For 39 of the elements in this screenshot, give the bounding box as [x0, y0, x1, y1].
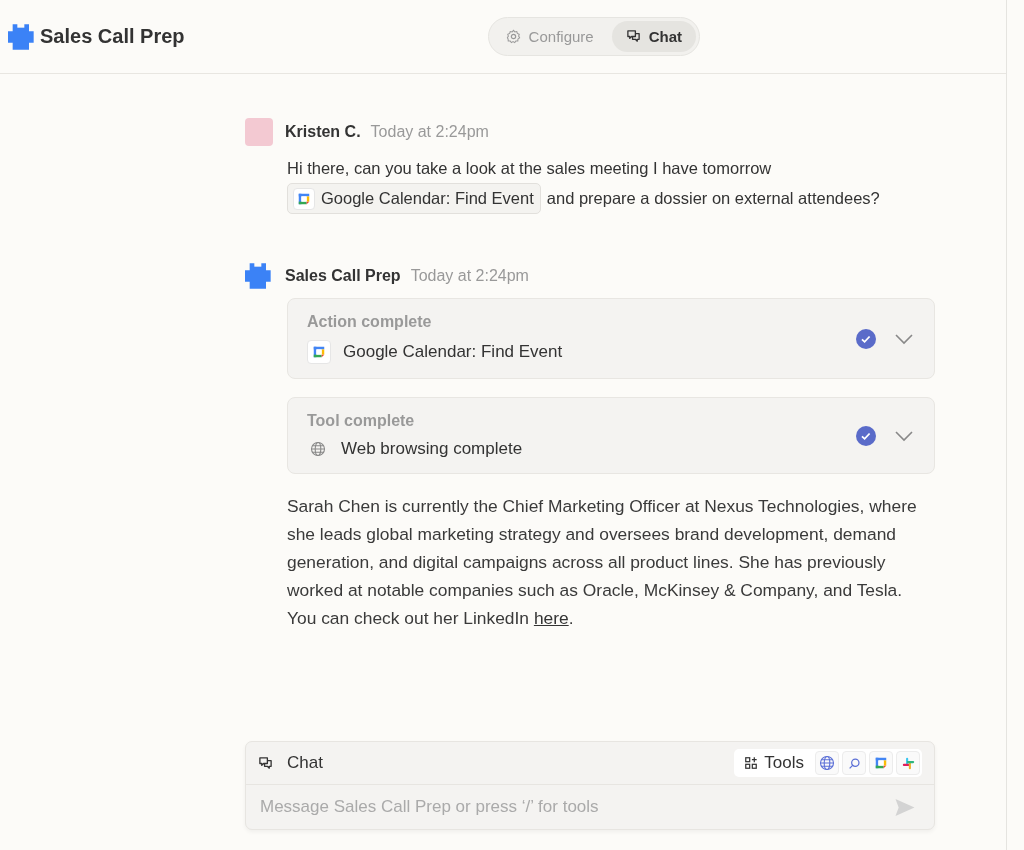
- step-card[interactable]: Tool complete Web browsing complete: [287, 397, 935, 474]
- message-time: Today at 2:24pm: [410, 267, 529, 285]
- answer-paragraph: Sarah Chen is currently the Chief Marketing Officer at Nexus Technologies, where she leads global marketing strategy and oversees brand development, demand generation, and digital campaigns across all product lines. She has previously worked at notable companies such as Oracle, McKinsey & Company, and Tesla. You can check out her LinkedIn here.: [287, 495, 918, 630]
- message-input[interactable]: Message Sales Call Prep or press ‘/’ for tools: [258, 796, 894, 818]
- message-time: Today at 2:24pm: [370, 123, 489, 141]
- globe-icon: [819, 755, 835, 771]
- chevron-icon[interactable]: [894, 332, 914, 345]
- step-label: Google Calendar: Find Event: [343, 342, 563, 362]
- composer-title: Chat: [287, 753, 323, 773]
- tool-chip[interactable]: [815, 751, 839, 775]
- message-text: and prepare a dossier on external attendees?: [546, 188, 880, 209]
- puzzle-logo-icon: [245, 263, 273, 289]
- calendar-icon: [297, 191, 311, 206]
- author-name: Sales Call Prep: [285, 267, 401, 285]
- user-avatar: [245, 118, 273, 146]
- hash-logo-icon: [901, 756, 915, 770]
- tool-chip[interactable]: [869, 751, 893, 775]
- linkedin-link[interactable]: here: [533, 608, 569, 628]
- chat-icon: [625, 29, 641, 44]
- app-title: Sales Call Prep: [40, 25, 185, 48]
- puzzle-logo-icon: [8, 23, 36, 50]
- action-chip[interactable]: Google Calendar: Find Event: [287, 183, 541, 214]
- chat-icon: [258, 755, 273, 771]
- step-label: Web browsing complete: [341, 439, 523, 459]
- calendar-icon: [874, 756, 888, 770]
- step-card[interactable]: Action complete Google Calendar: Find Event: [287, 298, 935, 379]
- gear-icon: [505, 29, 521, 44]
- step-status: Action complete: [307, 313, 433, 331]
- message-text: Hi there, can you take a look at the sales meeting I have tomorrow: [287, 158, 772, 179]
- step-status: Tool complete: [307, 412, 416, 430]
- globe-icon: [310, 441, 326, 457]
- grid-plus-icon: [744, 756, 759, 770]
- view-tab[interactable]: Chat: [611, 21, 696, 52]
- tool-chip[interactable]: [896, 751, 920, 775]
- chevron-icon[interactable]: [894, 429, 914, 442]
- tool-chip[interactable]: [842, 751, 866, 775]
- calendar-icon: [312, 345, 326, 359]
- search-icon: [847, 756, 861, 770]
- author-name: Kristen C.: [285, 123, 361, 141]
